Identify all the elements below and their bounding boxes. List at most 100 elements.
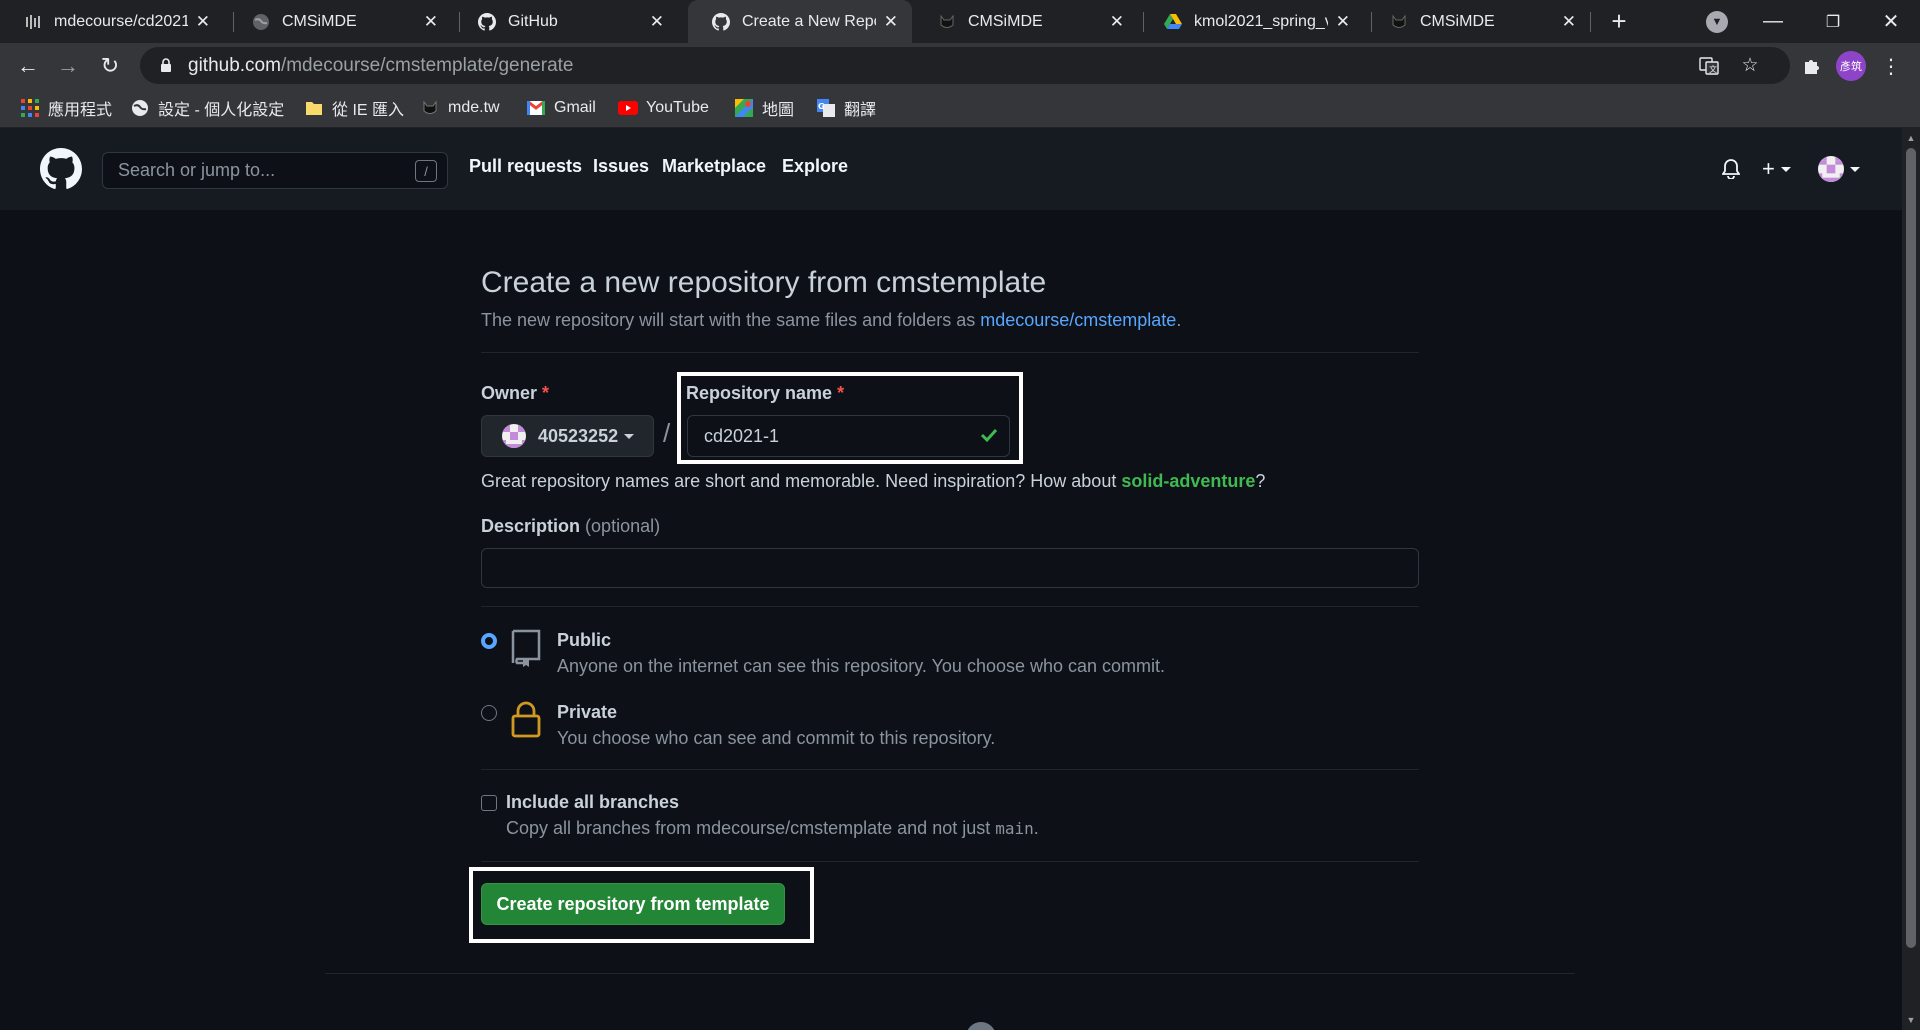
close-icon[interactable]: ✕: [650, 12, 664, 32]
minimize-button[interactable]: —: [1748, 0, 1798, 43]
page-title: Create a new repository from cmstemplate: [481, 266, 1047, 299]
include-branches-checkbox[interactable]: [481, 795, 497, 811]
bookmark-gmail[interactable]: Gmail: [526, 88, 596, 128]
bookmark-label: YouTube: [646, 99, 709, 116]
browser-tab-5[interactable]: CMSiMDE ✕: [914, 0, 1138, 43]
extensions-puzzle-icon[interactable]: [1796, 51, 1826, 81]
close-icon[interactable]: ✕: [884, 12, 898, 32]
url-host: github.com: [188, 54, 281, 76]
divider: [481, 352, 1419, 353]
browser-tab-3[interactable]: GitHub ✕: [454, 0, 678, 43]
github-logo-icon[interactable]: [40, 148, 82, 190]
bookmark-youtube[interactable]: YouTube: [618, 88, 709, 128]
lock-icon: [511, 701, 541, 738]
github-search-input[interactable]: Search or jump to... /: [102, 152, 448, 189]
owner-label-text: Owner: [481, 383, 538, 403]
description-label-text: Description: [481, 516, 581, 536]
search-shortcut-key: /: [415, 160, 437, 182]
create-repository-button[interactable]: Create repository from template: [481, 883, 785, 925]
include-branches-description: Copy all branches from mdecourse/cmstemp…: [506, 818, 1039, 839]
nav-issues[interactable]: Issues: [593, 156, 649, 177]
nav-pull-requests[interactable]: Pull requests: [469, 156, 582, 177]
create-new-dropdown[interactable]: +: [1762, 155, 1791, 183]
bookmark-label: 從 IE 匯入: [332, 102, 405, 119]
address-bar[interactable]: github.com/mdecourse/cmstemplate/generat…: [140, 47, 1790, 84]
tab-title: mdecourse/cd2021: [54, 12, 188, 30]
chevron-down-icon: [1850, 166, 1860, 172]
restore-button[interactable]: ❐: [1808, 0, 1858, 43]
chevron-down-icon: [1780, 166, 1791, 172]
browser-tab-4-active[interactable]: Create a New Repos ✕: [688, 0, 912, 43]
name-suggestion-link[interactable]: solid-adventure: [1121, 471, 1255, 491]
browser-toolbar: ← → ↻ github.com/mdecourse/cmstemplate/g…: [0, 43, 1920, 88]
gmail-icon: [526, 98, 546, 118]
bookmark-settings[interactable]: 設定 - 個人化設定: [130, 88, 284, 128]
tab-title: CMSiMDE: [1420, 12, 1495, 30]
browser-tab-2[interactable]: CMSiMDE ✕: [228, 0, 452, 43]
user-menu-dropdown[interactable]: [1818, 155, 1860, 183]
bookmark-ie-import[interactable]: 從 IE 匯入: [304, 88, 404, 128]
check-icon: [980, 428, 998, 443]
close-icon[interactable]: ✕: [1110, 12, 1124, 32]
hint-text: Great repository names are short and mem…: [481, 471, 1117, 491]
repo-name-hint: Great repository names are short and mem…: [481, 471, 1265, 492]
close-icon[interactable]: ✕: [424, 12, 438, 32]
private-title: Private: [557, 702, 618, 722]
nav-explore[interactable]: Explore: [782, 156, 848, 177]
bookmark-label: 應用程式: [48, 102, 113, 119]
footer-github-logo-icon[interactable]: [966, 1022, 996, 1030]
globe-icon: [130, 98, 150, 118]
close-icon[interactable]: ✕: [1562, 12, 1576, 32]
public-radio[interactable]: [481, 633, 497, 649]
menu-kebab-icon[interactable]: ⋮: [1876, 51, 1906, 81]
bookmark-apps[interactable]: 應用程式: [20, 88, 112, 128]
browser-tab-7[interactable]: CMSiMDE ✕: [1366, 0, 1590, 43]
private-radio[interactable]: [481, 705, 497, 721]
back-button[interactable]: ←: [12, 50, 44, 82]
bookmark-mde-tw[interactable]: mde.tw: [420, 88, 500, 128]
close-icon[interactable]: ✕: [1336, 12, 1350, 32]
include-branches-label[interactable]: Include all branches: [506, 792, 679, 813]
github-icon: [712, 12, 730, 31]
bookmarks-bar: 應用程式 設定 - 個人化設定 從 IE 匯入 mde.tw Gmail You…: [0, 88, 1920, 128]
new-tab-button[interactable]: +: [1604, 0, 1634, 43]
close-icon[interactable]: ✕: [196, 12, 210, 32]
bookmark-translate[interactable]: G 翻譯: [816, 88, 876, 128]
translate-page-icon[interactable]: 文: [1694, 47, 1724, 84]
bookmark-maps[interactable]: 地圖: [734, 88, 794, 128]
bookmark-star-icon[interactable]: ☆: [1735, 47, 1765, 84]
divider: [481, 606, 1419, 607]
scrollbar-thumb[interactable]: [1906, 148, 1916, 948]
close-window-button[interactable]: ✕: [1866, 0, 1916, 43]
forward-button[interactable]: →: [52, 50, 84, 82]
footer-divider: [325, 973, 1575, 974]
bookmark-label: 設定 - 個人化設定: [158, 102, 285, 119]
bars-icon: [24, 13, 42, 31]
tab-search-button[interactable]: ▼: [1706, 11, 1728, 33]
repo-book-icon: [511, 629, 541, 667]
browser-tab-1[interactable]: mdecourse/cd2021 ✕: [0, 0, 224, 43]
owner-value: 40523252: [538, 425, 619, 446]
page-scrollbar[interactable]: ▲ ▼: [1902, 128, 1920, 1030]
description-input[interactable]: [481, 548, 1419, 588]
owner-dropdown[interactable]: 40523252: [481, 415, 654, 457]
profile-avatar[interactable]: 彥筑: [1836, 51, 1866, 81]
search-placeholder: Search or jump to...: [118, 160, 276, 180]
avatar: [502, 424, 526, 448]
github-header: Search or jump to... / Pull requests Iss…: [0, 128, 1902, 210]
bell-icon[interactable]: [1722, 155, 1740, 183]
nav-marketplace[interactable]: Marketplace: [662, 156, 766, 177]
public-title: Public: [557, 630, 612, 650]
reload-button[interactable]: ↻: [94, 50, 126, 82]
branch-name-code: main: [995, 819, 1034, 838]
page-subtitle: The new repository will start with the s…: [481, 310, 1181, 331]
template-repo-link[interactable]: mdecourse/cmstemplate: [980, 310, 1176, 330]
scroll-down-arrow-icon[interactable]: ▼: [1902, 1012, 1920, 1028]
scroll-up-arrow-icon[interactable]: ▲: [1902, 130, 1920, 146]
required-mark: *: [542, 383, 550, 403]
apps-grid-icon: [20, 98, 40, 118]
maps-icon: [734, 98, 754, 118]
browser-tab-6[interactable]: kmol2021_spring_v ✕: [1140, 0, 1364, 43]
repo-name-input[interactable]: cd2021-1: [687, 415, 1010, 457]
tab-title: Create a New Repos: [742, 12, 876, 30]
